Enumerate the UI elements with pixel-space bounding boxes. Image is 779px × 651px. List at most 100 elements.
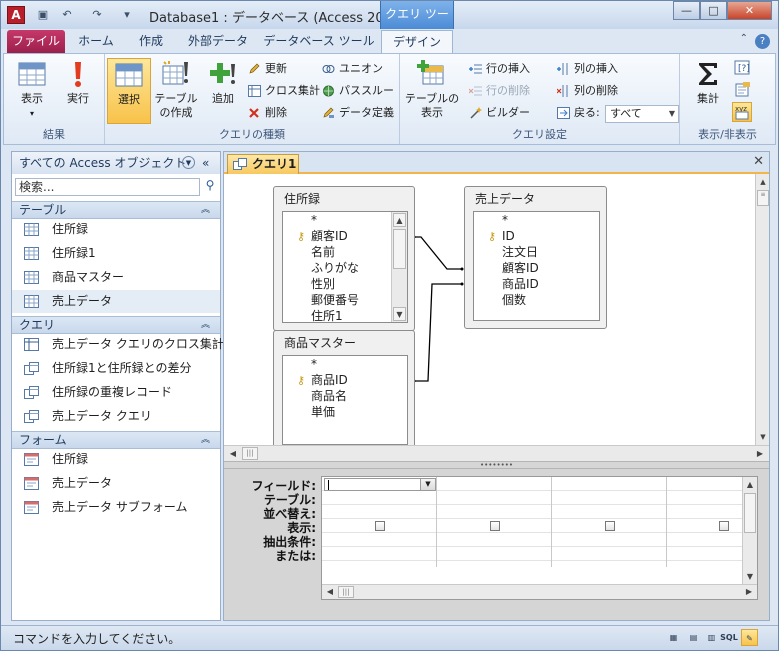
collapse-pane-icon[interactable]: « — [202, 152, 209, 174]
field-item[interactable]: 商品名 — [283, 388, 407, 404]
scroll-thumb[interactable]: ||| — [242, 447, 258, 460]
show-checkbox[interactable] — [375, 521, 385, 531]
field-item[interactable]: 単価 — [283, 404, 407, 420]
grid-cell-field[interactable]: ▼ — [322, 477, 436, 491]
crosstab-query-button[interactable]: クロス集計 — [247, 81, 320, 101]
grid-cell-sort[interactable] — [322, 505, 436, 519]
redo-icon[interactable]: ↷ — [89, 7, 105, 23]
field-list-shohin-master[interactable]: 商品マスター * ⚷ 商品ID 商品名 単価 — [273, 330, 415, 452]
scroll-down-icon[interactable]: ▼ — [744, 570, 756, 584]
delete-query-button[interactable]: 削除 — [247, 103, 287, 123]
scroll-right-icon[interactable]: ▶ — [743, 586, 755, 598]
grid-cell-criteria[interactable] — [552, 533, 666, 547]
show-checkbox[interactable] — [605, 521, 615, 531]
maximize-button[interactable]: □ — [700, 1, 727, 20]
field-item[interactable]: * — [283, 212, 407, 228]
scroll-thumb[interactable]: ||| — [338, 586, 354, 598]
grid-cell-criteria[interactable] — [437, 533, 551, 547]
pivot-chart-icon[interactable]: ▥ — [703, 629, 720, 646]
update-query-button[interactable]: 更新 — [247, 59, 287, 79]
grid-hscrollbar[interactable]: ◀ ||| ▶ — [322, 584, 757, 599]
field-item[interactable]: 商品ID — [474, 276, 599, 292]
datasheet-view-icon[interactable]: ▦ — [665, 629, 682, 646]
nav-item-form[interactable]: 売上データ サブフォーム — [12, 496, 220, 519]
scroll-left-icon[interactable]: ◀ — [324, 586, 336, 598]
grid-cell-show[interactable] — [552, 519, 666, 533]
field-item-key[interactable]: ⚷ 顧客ID — [283, 228, 407, 244]
grid-vscrollbar[interactable]: ▲ ▼ — [742, 477, 757, 585]
undo-icon[interactable]: ↶ — [59, 7, 75, 23]
scroll-thumb[interactable] — [744, 493, 756, 533]
nav-item-query[interactable]: 住所録1と住所録との差分 — [12, 357, 220, 380]
grid-cell-sort[interactable] — [437, 505, 551, 519]
field-item[interactable]: 性別 — [283, 276, 407, 292]
grid-cell-table[interactable] — [552, 491, 666, 505]
tab-design[interactable]: デザイン — [381, 30, 453, 53]
grid-cell-field[interactable] — [667, 477, 743, 491]
make-table-button[interactable]: テーブルの作成 — [151, 58, 201, 124]
scroll-up-icon[interactable]: ▲ — [757, 176, 769, 188]
nav-item-form[interactable]: 住所録 — [12, 448, 220, 471]
field-list-jushoroku[interactable]: 住所録 * ⚷ 顧客ID 名前 ふりがな 性別 郵便番号 住所1 ▲ ▼ — [273, 186, 415, 331]
nav-search-input[interactable]: 検索... — [15, 178, 200, 196]
nav-pane-header[interactable]: すべての Access オブジェクト ▼ « — [12, 152, 220, 174]
grid-cell-show[interactable] — [322, 519, 436, 533]
tab-file[interactable]: ファイル — [7, 30, 65, 53]
field-item[interactable]: 郵便番号 — [283, 292, 407, 308]
table-names-icon[interactable]: xyz — [732, 102, 752, 122]
grid-cell-or[interactable] — [552, 547, 666, 561]
scroll-thumb[interactable]: ≡ — [757, 190, 769, 206]
nav-item-table-selected[interactable]: 売上データ — [12, 290, 220, 313]
scroll-down-icon[interactable]: ▼ — [393, 307, 406, 321]
grid-cell-sort[interactable] — [552, 505, 666, 519]
union-query-button[interactable]: ユニオン — [321, 59, 383, 79]
grid-cell-or[interactable] — [437, 547, 551, 561]
nav-section-forms[interactable]: フォーム ︽ — [12, 431, 220, 449]
field-item[interactable]: * — [474, 212, 599, 228]
nav-item-query[interactable]: 住所録の重複レコード — [12, 381, 220, 404]
scroll-down-icon[interactable]: ▼ — [757, 431, 769, 443]
grid-column[interactable]: ▼ — [322, 477, 437, 567]
field-item[interactable]: 住所1 — [283, 308, 407, 322]
tab-create[interactable]: 作成 — [127, 30, 175, 53]
totals-button[interactable]: 集計 — [686, 58, 730, 124]
help-icon[interactable]: ? — [755, 34, 770, 49]
save-icon[interactable]: ▣ — [35, 7, 51, 23]
select-query-button[interactable]: 選択 — [107, 58, 151, 124]
grid-cell-field[interactable] — [437, 477, 551, 491]
grid-column[interactable] — [667, 477, 743, 567]
minimize-ribbon-icon[interactable]: ⌃ — [740, 33, 748, 44]
nav-item-table[interactable]: 住所録1 — [12, 242, 220, 265]
field-combo[interactable]: ▼ — [324, 478, 436, 491]
tab-external-data[interactable]: 外部データ — [181, 30, 255, 53]
view-button[interactable]: 表示 ▾ — [10, 58, 54, 124]
run-button[interactable]: 実行 — [56, 58, 100, 124]
parameters-icon[interactable]: [?] — [734, 60, 752, 76]
pane-splitter[interactable]: •••••••• — [224, 461, 769, 469]
field-item[interactable]: 個数 — [474, 292, 599, 308]
show-table-button[interactable]: テーブルの表示 — [404, 58, 460, 124]
grid-cell-or[interactable] — [322, 547, 436, 561]
tab-query1[interactable]: クエリ1 — [227, 154, 299, 174]
return-values-combo[interactable]: すべて ▼ — [605, 105, 679, 123]
field-item[interactable]: 注文日 — [474, 244, 599, 260]
grid-cell-table[interactable] — [322, 491, 436, 505]
query-design-grid[interactable]: ▼ ▲ ▼ ◀ ||| ▶ — [321, 476, 758, 600]
nav-section-tables[interactable]: テーブル ︽ — [12, 201, 220, 219]
minimize-button[interactable]: — — [673, 1, 700, 20]
tab-database-tools[interactable]: データベース ツール — [263, 30, 375, 53]
grid-cell-criteria[interactable] — [322, 533, 436, 547]
field-item[interactable]: ふりがな — [283, 260, 407, 276]
show-checkbox[interactable] — [719, 521, 729, 531]
insert-columns-button[interactable]: 列の挿入 — [556, 59, 618, 79]
access-app-icon[interactable]: A — [7, 6, 25, 24]
field-item[interactable]: * — [283, 356, 407, 372]
grid-cell-or[interactable] — [667, 547, 743, 561]
nav-item-table[interactable]: 商品マスター — [12, 266, 220, 289]
design-view-icon[interactable]: ✎ — [741, 629, 758, 646]
field-item[interactable]: 顧客ID — [474, 260, 599, 276]
field-list-scrollbar[interactable]: ▲ ▼ — [391, 212, 407, 322]
grid-cell-table[interactable] — [437, 491, 551, 505]
builder-button[interactable]: ビルダー — [468, 103, 530, 123]
scroll-right-icon[interactable]: ▶ — [753, 447, 767, 460]
